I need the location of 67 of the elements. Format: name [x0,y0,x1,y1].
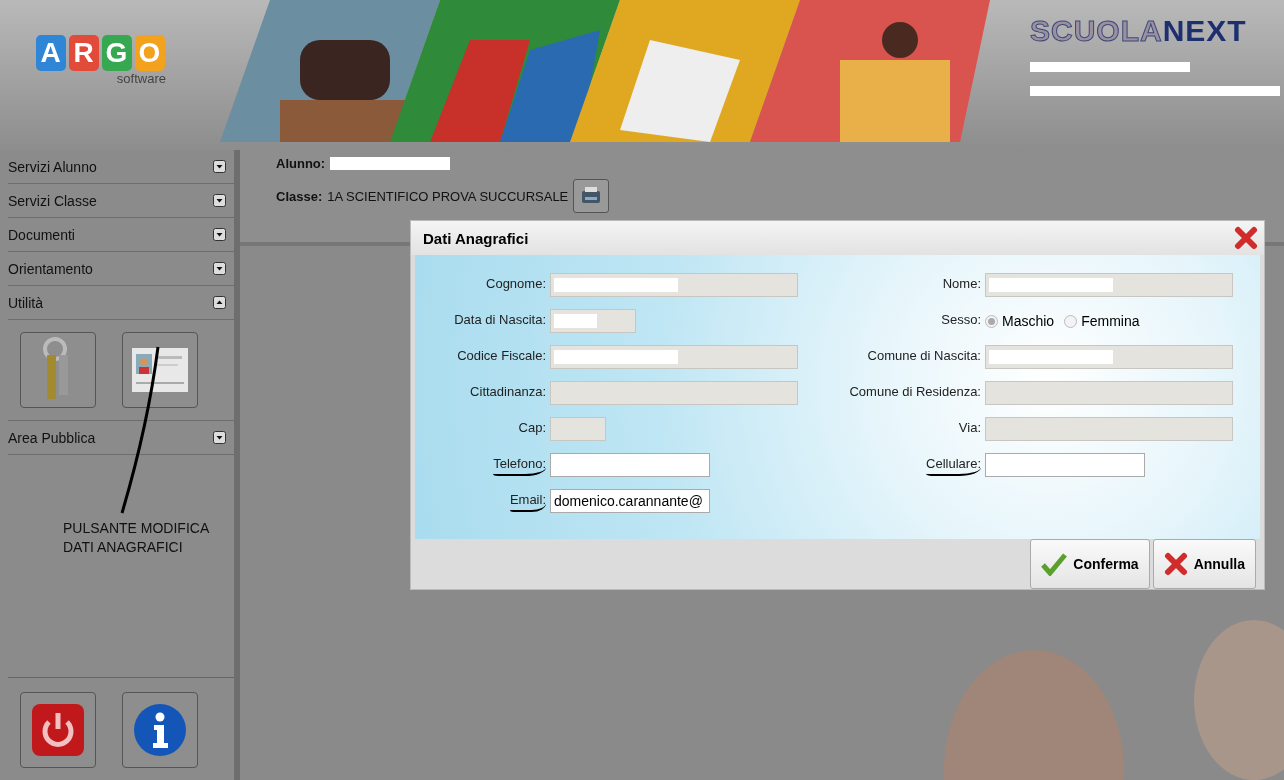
field-label: Data di Nascita: [454,311,546,330]
logo-letter: O [134,34,165,71]
sidebar-section[interactable]: Servizi Classe [8,184,234,218]
sidebar-section[interactable]: Orientamento [8,252,234,286]
redaction-mark [554,314,597,329]
input-field[interactable] [985,345,1233,370]
collapse-icon[interactable] [213,296,226,309]
expand-icon[interactable] [213,228,226,241]
radio-option[interactable]: Femmina [1064,313,1140,330]
input-field[interactable] [985,273,1233,298]
expand-icon[interactable] [213,160,226,173]
field-label: Sesso: [941,311,981,330]
field-label: Alunno: [276,156,326,171]
radio-option[interactable]: Maschio [985,313,1055,330]
confirm-button[interactable]: Conferma [1030,539,1150,589]
field-label: Cittadinanza: [470,383,546,402]
sidebar-section[interactable]: Documenti [8,218,234,252]
sidebar-section[interactable]: Servizi Alunno [8,150,234,184]
field-label: Comune di Nascita: [867,347,981,366]
power-icon [32,704,84,756]
profile-card-icon [132,348,188,392]
input-field[interactable] [550,345,798,370]
logo-letter: G [101,34,132,71]
field-label: Comune di Residenza: [849,383,981,402]
radio-button[interactable] [985,314,998,328]
field-label: Cognome: [486,275,546,294]
input-field[interactable] [550,273,798,298]
logo-subtitle: software [116,70,166,86]
radio-label: Femmina [1081,313,1140,330]
dialog-title: Dati Anagrafici [423,229,529,247]
field-label: Cap: [518,419,546,438]
tool-button[interactable] [122,332,198,408]
close-icon [1234,226,1258,251]
input-field[interactable] [550,453,710,478]
annotation-text: PULSANTE MODIFICA DATI ANAGRAFICI [63,519,210,557]
radio-label: Maschio [1002,313,1055,330]
info-icon [133,703,187,757]
field-label: Nome: [942,275,981,294]
input-field[interactable] [550,417,606,442]
sidebar-section[interactable]: Area Pubblica [8,421,234,455]
field-label: Classe: [276,188,323,204]
close-button[interactable] [1234,226,1258,251]
expand-icon[interactable] [213,194,226,207]
checkmark-icon [1041,552,1068,576]
input-field[interactable] [550,309,636,334]
tool-button[interactable] [122,692,198,768]
radio-button[interactable] [1064,314,1078,328]
brand-logo: SCUOLANEXT [1030,14,1248,48]
field-label: Codice Fiscale: [457,347,546,366]
logo-letter: R [68,34,99,71]
input-field[interactable] [985,417,1233,442]
input-field[interactable] [550,381,798,406]
field-label: Telefono: [493,454,546,477]
input-field[interactable]: domenico.carannante@ [550,489,710,514]
field-label: Email: [509,490,546,513]
print-button[interactable] [573,179,610,213]
expand-icon[interactable] [213,431,226,444]
sidebar-section[interactable]: Utilità [8,286,234,320]
logo-letter: A [35,34,66,71]
cancel-button[interactable]: Annulla [1152,539,1256,589]
class-name: 1A SCIENTIFICO PROVA SUCCURSALE [327,188,569,204]
field-label: Cellulare: [926,454,981,477]
close-icon [1163,552,1188,576]
input-field[interactable] [985,381,1233,406]
expand-icon[interactable] [213,262,226,275]
field-label: Via: [958,419,981,438]
input-field[interactable] [985,453,1145,478]
